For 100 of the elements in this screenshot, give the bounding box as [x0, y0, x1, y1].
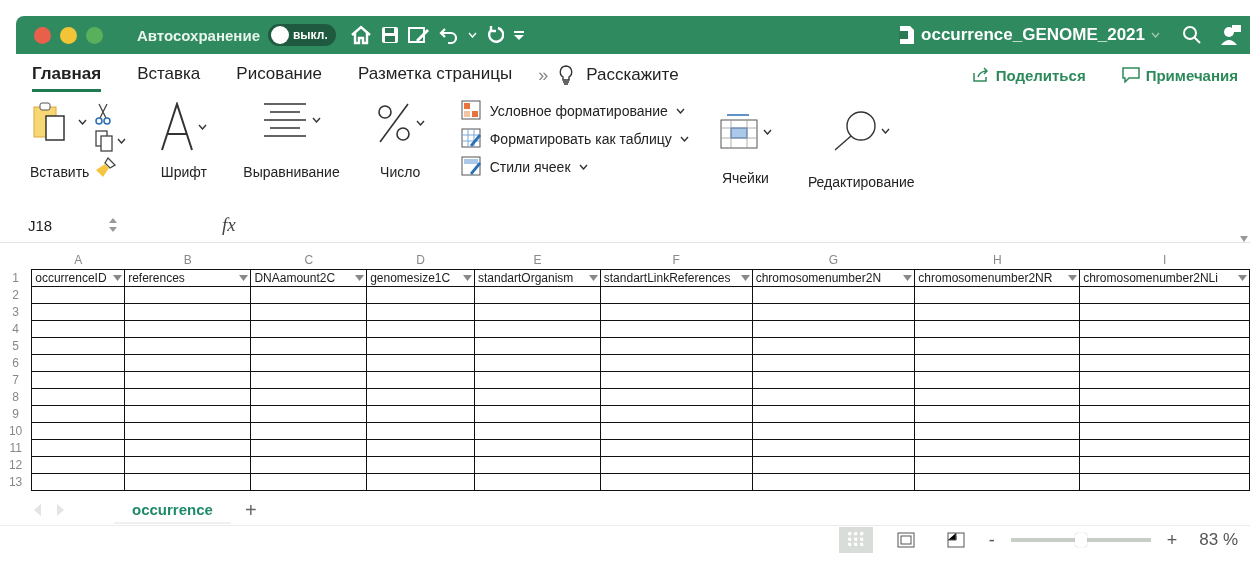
- cells-button[interactable]: Ячейки: [718, 114, 772, 186]
- style-menu-button[interactable]: Условное форматирование: [460, 100, 689, 121]
- table-cell[interactable]: [914, 371, 1080, 389]
- table-cell[interactable]: [474, 388, 601, 406]
- table-cell[interactable]: [752, 473, 915, 491]
- table-cell[interactable]: [31, 286, 125, 304]
- table-cell[interactable]: [914, 286, 1080, 304]
- add-sheet-button[interactable]: +: [244, 498, 257, 522]
- table-cell[interactable]: [600, 405, 753, 423]
- tell-me-field[interactable]: Расскажите: [586, 65, 679, 85]
- table-cell[interactable]: [914, 388, 1080, 406]
- table-cell[interactable]: [914, 354, 1080, 372]
- table-cell[interactable]: [752, 388, 915, 406]
- column-header[interactable]: I: [1079, 251, 1250, 270]
- copy-icon[interactable]: [95, 130, 114, 152]
- row-number[interactable]: 11: [0, 439, 32, 457]
- table-cell[interactable]: [124, 286, 251, 304]
- row-number[interactable]: 9: [0, 405, 32, 423]
- minimize-button[interactable]: [60, 26, 77, 44]
- table-cell[interactable]: [474, 303, 601, 321]
- table-cell[interactable]: [366, 303, 475, 321]
- table-cell[interactable]: [366, 422, 475, 440]
- table-cell[interactable]: [31, 405, 125, 423]
- row-number[interactable]: 4: [0, 320, 32, 338]
- table-cell[interactable]: [31, 388, 125, 406]
- table-cell[interactable]: [752, 337, 915, 355]
- table-cell[interactable]: [250, 405, 367, 423]
- filter-dropdown-icon[interactable]: [113, 275, 123, 281]
- table-cell[interactable]: [124, 303, 251, 321]
- table-cell[interactable]: [124, 422, 251, 440]
- table-cell[interactable]: [366, 371, 475, 389]
- table-cell[interactable]: [250, 303, 367, 321]
- table-cell[interactable]: [1079, 422, 1250, 440]
- table-cell[interactable]: [250, 286, 367, 304]
- table-cell[interactable]: [31, 354, 125, 372]
- table-cell[interactable]: [366, 337, 475, 355]
- comments-button[interactable]: Примечания: [1121, 66, 1238, 84]
- table-cell[interactable]: [124, 405, 251, 423]
- filter-dropdown-icon[interactable]: [239, 275, 249, 281]
- table-cell[interactable]: [914, 473, 1080, 491]
- filter-dropdown-icon[interactable]: [740, 275, 750, 281]
- column-header[interactable]: D: [366, 251, 475, 270]
- table-cell[interactable]: [250, 320, 367, 338]
- table-cell[interactable]: [366, 388, 475, 406]
- table-cell[interactable]: [250, 371, 367, 389]
- table-cell[interactable]: [1079, 405, 1250, 423]
- table-cell[interactable]: [600, 388, 753, 406]
- table-cell[interactable]: [1079, 456, 1250, 474]
- row-number[interactable]: 1: [0, 269, 32, 287]
- filter-dropdown-icon[interactable]: [1068, 275, 1078, 281]
- zoom-out-button[interactable]: -: [988, 529, 995, 551]
- style-menu-button[interactable]: Стили ячеек: [460, 156, 689, 177]
- table-cell[interactable]: [600, 456, 753, 474]
- table-cell[interactable]: [474, 422, 601, 440]
- table-cell[interactable]: [752, 303, 915, 321]
- table-cell[interactable]: [752, 354, 915, 372]
- function-button[interactable]: fx: [222, 214, 236, 236]
- table-cell[interactable]: [914, 405, 1080, 423]
- table-cell[interactable]: [124, 354, 251, 372]
- table-cell[interactable]: [31, 473, 125, 491]
- table-cell[interactable]: [914, 303, 1080, 321]
- filter-dropdown-icon[interactable]: [463, 275, 472, 281]
- table-cell[interactable]: [474, 286, 601, 304]
- table-cell[interactable]: [914, 422, 1080, 440]
- table-cell[interactable]: [600, 371, 753, 389]
- table-cell[interactable]: [250, 439, 367, 457]
- ribbon-tab[interactable]: Рисование: [236, 58, 322, 92]
- table-cell[interactable]: [250, 422, 367, 440]
- ribbon-tab[interactable]: Вставка: [137, 58, 201, 92]
- table-cell[interactable]: [250, 354, 367, 372]
- filter-dropdown-icon[interactable]: [903, 275, 913, 281]
- table-cell[interactable]: [752, 371, 915, 389]
- table-cell[interactable]: [1079, 439, 1250, 457]
- row-number[interactable]: 5: [0, 337, 32, 355]
- scissors-icon[interactable]: [95, 102, 112, 126]
- table-cell[interactable]: [474, 456, 601, 474]
- sheet-tab[interactable]: occurrence: [114, 496, 231, 524]
- table-cell[interactable]: [124, 371, 251, 389]
- table-cell[interactable]: [31, 320, 125, 338]
- name-box[interactable]: J18: [28, 216, 108, 234]
- table-cell[interactable]: [752, 320, 915, 338]
- table-cell[interactable]: [914, 337, 1080, 355]
- table-cell[interactable]: [914, 456, 1080, 474]
- ribbon-tab[interactable]: Разметка страницы: [357, 58, 513, 92]
- table-cell[interactable]: [600, 286, 753, 304]
- row-number[interactable]: 10: [0, 422, 32, 440]
- font-button[interactable]: Шрифт: [160, 102, 208, 180]
- zoom-in-button[interactable]: +: [1166, 529, 1178, 551]
- table-cell[interactable]: [752, 405, 915, 423]
- table-cell[interactable]: [752, 456, 915, 474]
- table-cell[interactable]: [1079, 388, 1250, 406]
- table-cell[interactable]: [1079, 337, 1250, 355]
- table-cell[interactable]: [600, 422, 753, 440]
- column-header[interactable]: C: [250, 251, 367, 270]
- table-cell[interactable]: [366, 354, 475, 372]
- table-cell[interactable]: [366, 320, 475, 338]
- row-number[interactable]: 13: [0, 473, 32, 491]
- slider-thumb[interactable]: [1074, 533, 1087, 547]
- stepper-icon[interactable]: [108, 217, 118, 233]
- table-cell[interactable]: [31, 337, 125, 355]
